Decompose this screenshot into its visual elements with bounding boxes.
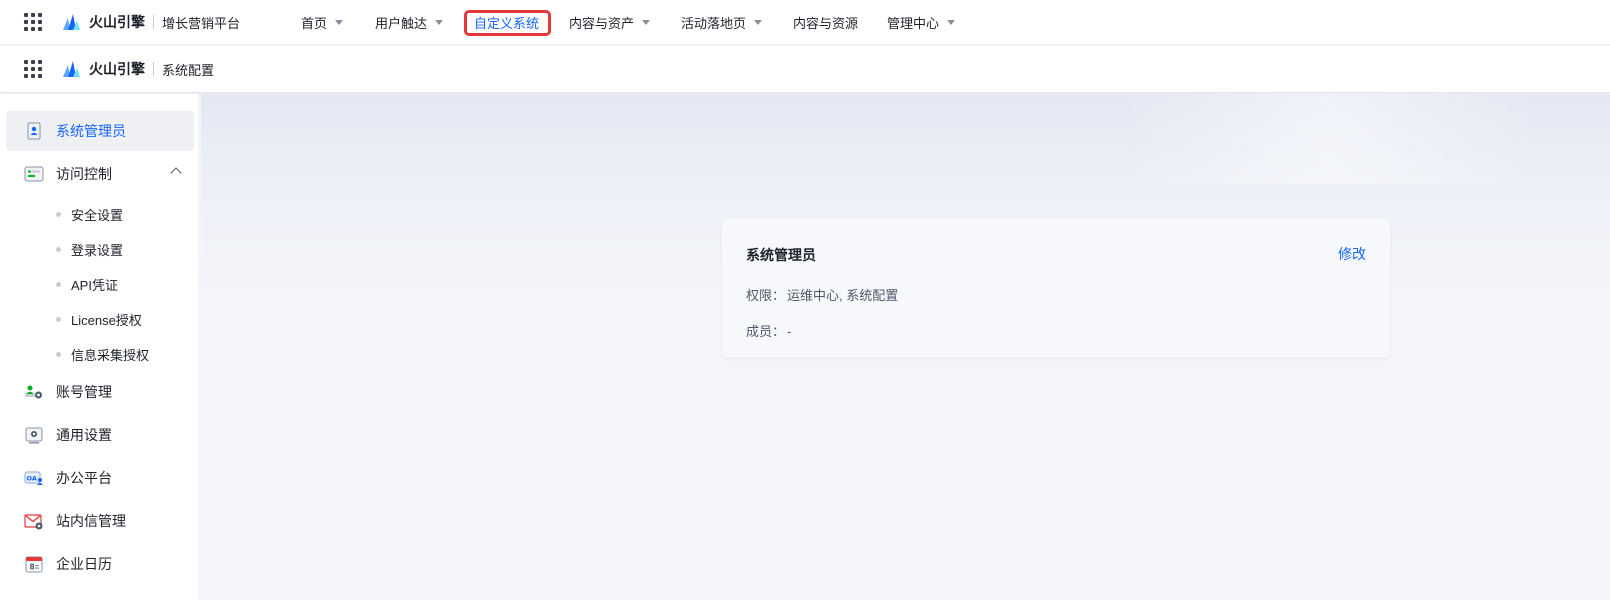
- nav-item-management-center[interactable]: 管理中心: [887, 0, 956, 45]
- sidebar-item-label: 访问控制: [56, 166, 112, 182]
- bullet-icon: [56, 317, 61, 322]
- sidebar-subitem-security[interactable]: 安全设置: [56, 205, 123, 224]
- sidebar: 系统管理员 访问控制 安全设置 登录设置 API凭证 License授权 信息采…: [0, 94, 198, 600]
- nav-item-user-reach[interactable]: 用户触达: [375, 0, 444, 45]
- sidebar-subitem-label: 信息采集授权: [71, 348, 150, 363]
- nav-item-content-assets[interactable]: 内容与资产: [569, 0, 651, 45]
- bullet-icon: [56, 282, 61, 287]
- brand-name: 火山引擎: [89, 14, 145, 30]
- nav-item-label: 用户触达: [375, 16, 428, 31]
- section-name: 系统配置: [162, 62, 215, 78]
- sidebar-subitem-data-collection[interactable]: 信息采集授权: [56, 345, 149, 364]
- chevron-down-icon: [435, 20, 444, 25]
- sidebar-subitem-license[interactable]: License授权: [56, 310, 142, 329]
- sidebar-subitem-login[interactable]: 登录设置: [56, 240, 123, 259]
- nav-item-label: 活动落地页: [681, 16, 747, 31]
- sidebar-subitem-api-credentials[interactable]: API凭证: [56, 275, 118, 294]
- permission-label: 权限：: [746, 288, 786, 303]
- bullet-icon: [56, 212, 61, 217]
- edit-button[interactable]: 修改: [1338, 244, 1366, 264]
- highlight-box: [464, 10, 551, 36]
- sidebar-item-label: 企业日历: [56, 556, 112, 572]
- volcengine-logo-icon: [63, 61, 80, 77]
- sidebar-item-office-platform[interactable]: OA 办公平台: [6, 458, 194, 498]
- volcengine-logo-icon: [63, 14, 80, 30]
- members-label: 成员：: [746, 324, 786, 339]
- members-value: -: [787, 324, 792, 339]
- general-settings-icon: [25, 427, 43, 444]
- system-config-header: 火山引擎 系统配置: [0, 46, 1610, 93]
- nav-item-content-resources[interactable]: 内容与资源: [793, 0, 858, 45]
- top-navigation-bar: 火山引擎 增长营销平台 首页 用户触达 自定义系统 内容与资产 活动落地页 内容…: [0, 0, 1610, 45]
- permission-value: 运维中心, 系统配置: [787, 288, 899, 303]
- chevron-down-icon: [754, 20, 763, 25]
- sidebar-item-label: 通用设置: [56, 427, 112, 443]
- sidebar-item-access-control[interactable]: 访问控制: [6, 154, 194, 194]
- nav-item-label: 内容与资产: [569, 16, 635, 31]
- sidebar-item-system-admin[interactable]: 系统管理员: [6, 111, 194, 151]
- admin-user-icon: [27, 122, 41, 140]
- system-admin-card: 系统管理员 修改 权限： 运维中心, 系统配置 成员： -: [722, 218, 1390, 358]
- main-content: 系统管理员 修改 权限： 运维中心, 系统配置 成员： -: [201, 94, 1610, 600]
- nav-item-label: 管理中心: [887, 16, 940, 31]
- sidebar-item-label: 办公平台: [56, 470, 112, 486]
- sidebar-subitem-label: API凭证: [71, 278, 118, 293]
- sidebar-item-enterprise-calendar[interactable]: 8 企业日历: [6, 544, 194, 584]
- decorative-background: [1120, 94, 1540, 184]
- nav-item-label: 首页: [301, 16, 328, 31]
- bullet-icon: [56, 247, 61, 252]
- chevron-down-icon: [335, 20, 344, 25]
- permission-row: 权限： 运维中心, 系统配置: [746, 285, 898, 304]
- sidebar-item-general-settings[interactable]: 通用设置: [6, 415, 194, 455]
- sidebar-item-mail-management[interactable]: 站内信管理: [6, 501, 194, 541]
- sidebar-subitem-label: 安全设置: [71, 208, 124, 223]
- access-control-icon: [24, 166, 44, 182]
- office-platform-icon: OA: [24, 471, 43, 485]
- divider: [153, 62, 154, 76]
- chevron-up-icon[interactable]: [170, 167, 182, 179]
- chevron-down-icon: [947, 20, 956, 25]
- sidebar-item-label: 站内信管理: [56, 513, 126, 529]
- card-title: 系统管理员: [746, 247, 816, 263]
- mail-settings-icon: [24, 514, 43, 530]
- product-name: 增长营销平台: [162, 15, 241, 31]
- nav-item-home[interactable]: 首页: [301, 0, 344, 45]
- sidebar-item-label: 系统管理员: [56, 123, 126, 139]
- calendar-icon: 8: [25, 556, 43, 573]
- sidebar-item-label: 账号管理: [56, 384, 112, 400]
- account-settings-icon: [25, 385, 42, 399]
- members-row: 成员： -: [746, 321, 791, 340]
- nav-item-landing-page[interactable]: 活动落地页: [681, 0, 763, 45]
- svg-text:OA: OA: [27, 475, 37, 483]
- divider: [153, 15, 154, 29]
- bullet-icon: [56, 352, 61, 357]
- svg-text:8: 8: [30, 563, 35, 572]
- nav-item-label: 内容与资源: [793, 16, 859, 31]
- app-grid-icon[interactable]: [24, 60, 42, 78]
- app-grid-icon[interactable]: [24, 13, 42, 31]
- nav-item-custom-system[interactable]: 自定义系统: [464, 0, 551, 45]
- sidebar-subitem-label: 登录设置: [71, 243, 124, 258]
- sidebar-item-account-management[interactable]: 账号管理: [6, 372, 194, 412]
- chevron-down-icon: [642, 20, 651, 25]
- brand-name: 火山引擎: [89, 61, 145, 77]
- sidebar-subitem-label: License授权: [71, 313, 142, 328]
